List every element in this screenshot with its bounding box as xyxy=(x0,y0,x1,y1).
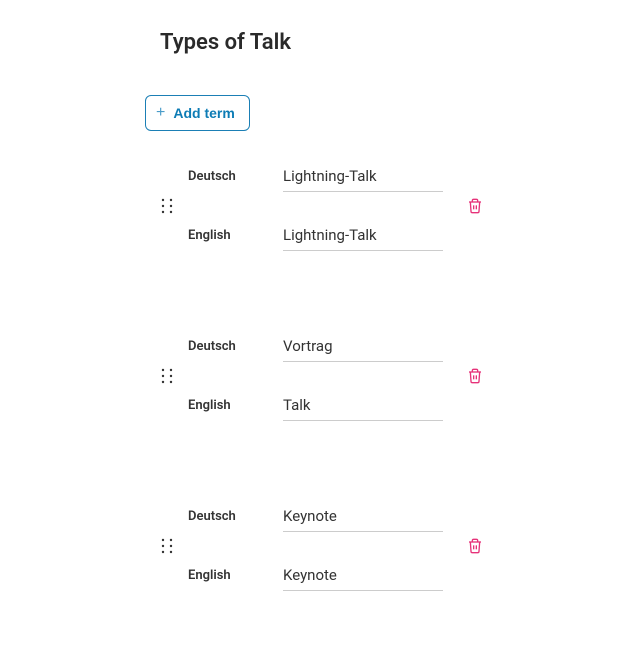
term-line-en: English xyxy=(188,560,443,591)
delete-term-button[interactable] xyxy=(463,194,487,218)
term-input-en[interactable] xyxy=(283,560,443,591)
plus-icon: + xyxy=(156,104,165,122)
term-line-en: English xyxy=(188,390,443,421)
delete-term-button[interactable] xyxy=(463,364,487,388)
drag-handle-icon[interactable] xyxy=(160,198,174,214)
term-line-de: Deutsch xyxy=(188,501,443,532)
term-line-en: English xyxy=(188,220,443,251)
term-line-de: Deutsch xyxy=(188,161,443,192)
add-term-button[interactable]: + Add term xyxy=(145,95,250,131)
drag-handle-icon[interactable] xyxy=(160,368,174,384)
term-language-pair: Deutsch English xyxy=(188,331,443,421)
term-input-de[interactable] xyxy=(283,501,443,532)
term-input-de[interactable] xyxy=(283,161,443,192)
term-input-de[interactable] xyxy=(283,331,443,362)
language-label-de: Deutsch xyxy=(188,169,283,184)
language-label-en: English xyxy=(188,228,283,243)
term-input-en[interactable] xyxy=(283,220,443,251)
term-row: Deutsch English xyxy=(160,331,632,421)
language-label-en: English xyxy=(188,568,283,583)
drag-handle-icon[interactable] xyxy=(160,538,174,554)
delete-term-button[interactable] xyxy=(463,534,487,558)
language-label-de: Deutsch xyxy=(188,339,283,354)
term-language-pair: Deutsch English xyxy=(188,161,443,251)
language-label-de: Deutsch xyxy=(188,509,283,524)
trash-icon xyxy=(467,368,483,384)
page-title: Types of Talk xyxy=(160,30,632,55)
term-line-de: Deutsch xyxy=(188,331,443,362)
trash-icon xyxy=(467,198,483,214)
add-term-label: Add term xyxy=(173,105,234,121)
term-row: Deutsch English xyxy=(160,161,632,251)
term-input-en[interactable] xyxy=(283,390,443,421)
term-language-pair: Deutsch English xyxy=(188,501,443,591)
language-label-en: English xyxy=(188,398,283,413)
term-row: Deutsch English xyxy=(160,501,632,591)
trash-icon xyxy=(467,538,483,554)
